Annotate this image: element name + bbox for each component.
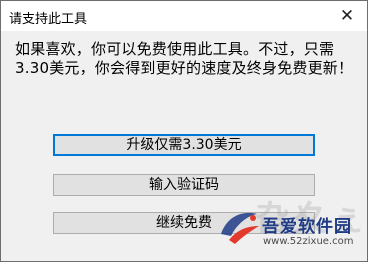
watermark-site: www.52zixue.com [263,236,354,247]
dialog-window: 请支持此工具 ✕ 如果喜欢，你可以免费使用此工具。不过，只需3.30美元，你会得… [0,0,368,262]
support-message: 如果喜欢，你可以免费使用此工具。不过，只需3.30美元，你会得到更好的速度及终身… [15,40,354,77]
title-bar[interactable]: 请支持此工具 ✕ [1,1,367,31]
upgrade-button[interactable]: 升级仅需3.30美元 [53,134,315,156]
continue-free-button[interactable]: 继续免费 [53,212,315,234]
dialog-title: 请支持此工具 [9,12,88,27]
close-icon: ✕ [339,6,355,26]
close-button[interactable]: ✕ [327,1,367,31]
enter-code-button[interactable]: 输入验证码 [53,174,315,196]
